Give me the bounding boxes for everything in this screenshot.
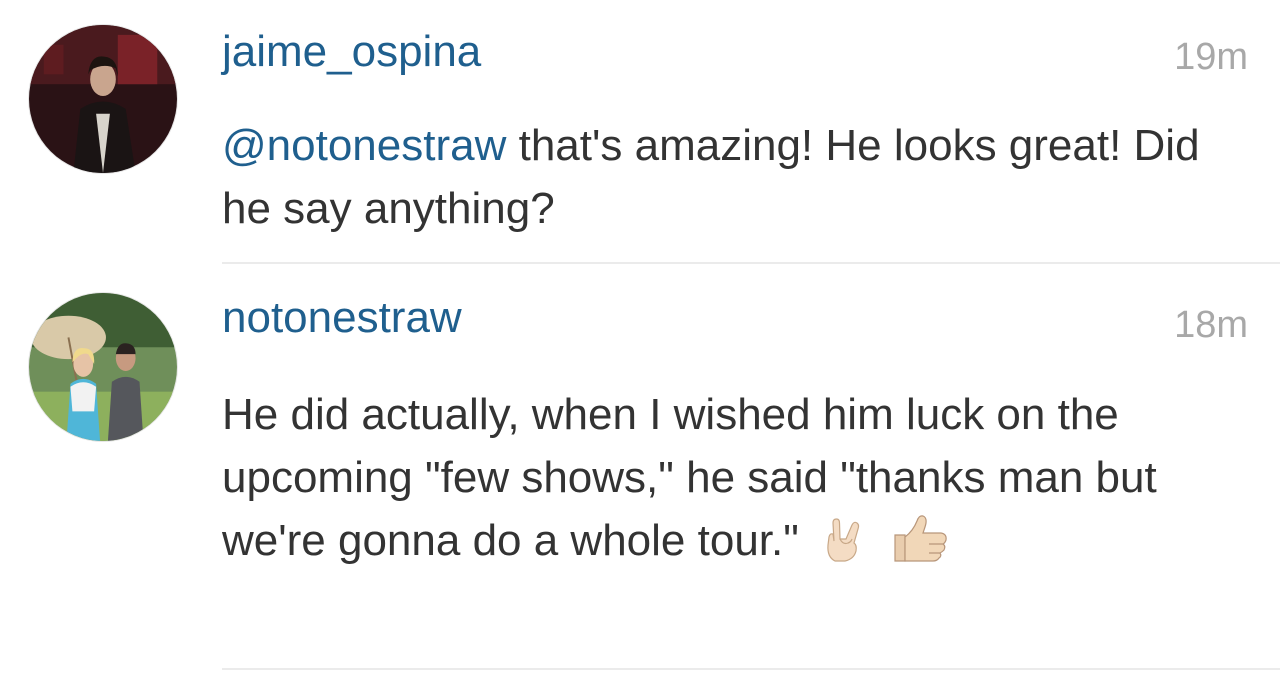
comment-item: notonestraw 18m He did actually, when I … bbox=[0, 266, 1280, 674]
avatar-photo bbox=[29, 293, 177, 441]
timestamp: 18m bbox=[1174, 304, 1248, 346]
comment-text-body: He did actually, when I wished him luck … bbox=[222, 390, 1157, 565]
username-link[interactable]: jaime_ospina bbox=[222, 30, 481, 74]
mention-link[interactable]: @notonestraw bbox=[222, 121, 506, 170]
avatar[interactable] bbox=[28, 24, 178, 174]
divider bbox=[222, 262, 1280, 264]
comment-text: @notonestraw that's amazing! He looks gr… bbox=[222, 114, 1252, 240]
avatar-photo bbox=[29, 25, 177, 173]
comment-text: He did actually, when I wished him luck … bbox=[222, 383, 1252, 572]
username-link[interactable]: notonestraw bbox=[222, 296, 462, 340]
timestamp: 19m bbox=[1174, 36, 1248, 78]
thumbs-up-emoji bbox=[889, 513, 951, 563]
sign-of-horns-emoji bbox=[821, 517, 867, 563]
comment-item: jaime_ospina 19m @notonestraw that's ama… bbox=[0, 0, 1280, 266]
avatar[interactable] bbox=[28, 292, 178, 442]
divider bbox=[222, 668, 1280, 670]
